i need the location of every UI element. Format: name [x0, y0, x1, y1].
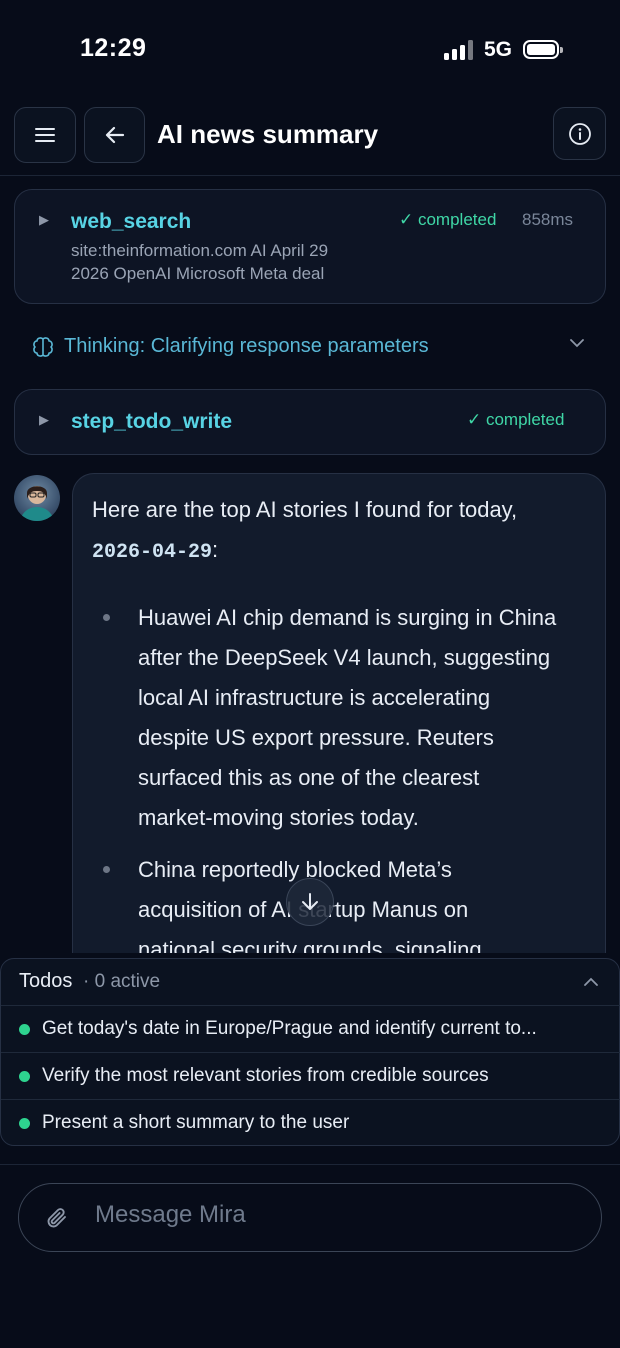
hamburger-icon — [35, 128, 55, 142]
info-button[interactable] — [553, 107, 606, 160]
status-time: 12:29 — [80, 34, 147, 62]
bullet-line: local AI infrastructure is accelerating — [138, 685, 491, 710]
tool-call-web-search[interactable]: ▶ web_search ✓ completed 858ms site:thei… — [14, 189, 606, 304]
bullet-line: national security grounds, signaling — [138, 937, 482, 953]
message-input-placeholder[interactable]: Message Mira — [95, 1201, 246, 1229]
todo-text: Verify the most relevant stories from cr… — [42, 1065, 489, 1086]
bullet-line: after the DeepSeek V4 launch, suggesting — [138, 645, 551, 670]
assistant-avatar-image — [20, 486, 54, 521]
bullet-line: acquisition of AI startup Manus on — [138, 897, 469, 922]
date-code: 2026-04-29 — [92, 541, 213, 564]
tool-name: web_search — [71, 210, 192, 233]
arrow-down-icon — [302, 893, 318, 910]
battery-icon — [523, 40, 563, 59]
tool-query-line: site:theinformation.com AI April 29 — [71, 241, 329, 260]
todo-item: Get today's date in Europe/Prague and id… — [1, 1005, 620, 1052]
tool-name: step_todo_write — [71, 410, 233, 433]
date-suffix: : — [212, 537, 219, 562]
bullet-line: Huawei AI chip demand is surging in Chin… — [138, 605, 557, 630]
brain-icon — [33, 337, 53, 357]
arrow-left-icon — [105, 126, 124, 144]
header-divider — [0, 175, 620, 176]
todos-label: Todos — [19, 970, 73, 992]
tool-duration: 858ms — [522, 210, 574, 229]
message-intro: Here are the top AI stories I found for … — [92, 497, 518, 522]
list-item: China reportedly blocked Meta’s acquisit… — [138, 850, 598, 953]
cellular-signal-icon — [444, 40, 476, 60]
expand-triangle-icon: ▶ — [39, 212, 49, 227]
todos-panel: Todos · 0 active Get today's date in Eur… — [0, 958, 620, 1146]
todos-count: · 0 active — [83, 971, 161, 992]
todo-status-dot — [19, 1071, 30, 1082]
chevron-up-icon — [584, 977, 598, 986]
bullet-line: China reportedly blocked Meta’s — [138, 857, 452, 882]
bullet-line: market-moving stories today. — [138, 805, 419, 830]
menu-button[interactable] — [14, 107, 76, 163]
todo-text: Get today's date in Europe/Prague and id… — [42, 1018, 537, 1039]
todo-status-dot — [19, 1118, 30, 1129]
assistant-message-bubble: Here are the top AI stories I found for … — [72, 473, 606, 953]
info-icon — [568, 122, 591, 145]
expand-triangle-icon: ▶ — [39, 412, 49, 427]
list-item: Huawei AI chip demand is surging in Chin… — [138, 598, 598, 838]
todo-text: Present a short summary to the user — [42, 1112, 350, 1133]
chevron-down-icon — [570, 339, 584, 348]
message-composer[interactable]: Message Mira — [18, 1183, 602, 1252]
tool-status: ✓ completed — [467, 410, 565, 429]
composer-divider — [0, 1164, 620, 1165]
todos-header[interactable]: Todos · 0 active — [1, 959, 618, 1005]
back-button[interactable] — [84, 107, 145, 163]
network-type: 5G — [484, 38, 513, 61]
bullet-line: surfaced this as one of the clearest — [138, 765, 480, 790]
thinking-row[interactable]: Thinking: Clarifying response parameters — [14, 324, 606, 370]
bullet-line: despite US export pressure. Reuters — [138, 725, 494, 750]
tool-status: ✓ completed — [399, 210, 497, 229]
message-date-line: 2026-04-29: — [92, 530, 218, 573]
todo-item: Verify the most relevant stories from cr… — [1, 1052, 620, 1099]
avatar — [14, 475, 60, 521]
todo-status-dot — [19, 1024, 30, 1035]
tool-call-step-todo-write[interactable]: ▶ step_todo_write ✓ completed — [14, 389, 606, 455]
thinking-label: Thinking: Clarifying response parameters — [64, 335, 429, 357]
paperclip-icon[interactable] — [45, 1205, 69, 1231]
page-title: AI news summary — [157, 119, 379, 149]
scroll-to-bottom-button[interactable] — [286, 878, 334, 926]
todo-item: Present a short summary to the user — [1, 1099, 620, 1146]
tool-query-line: 2026 OpenAI Microsoft Meta deal — [71, 264, 325, 283]
bullet-dot — [103, 866, 110, 873]
bullet-dot — [103, 614, 110, 621]
